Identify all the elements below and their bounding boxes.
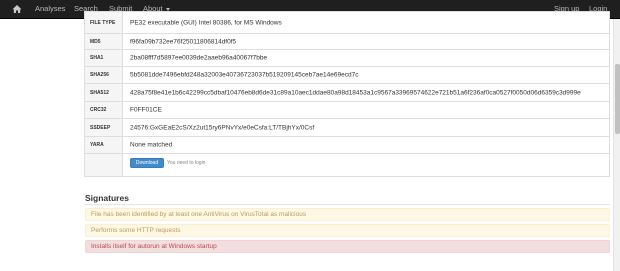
row-value: PE32 executable (GUI) Intel 80386, for M…: [130, 19, 282, 26]
row-value: f96fa09b732ee76f25011806814df0f5: [130, 38, 237, 45]
row-value: 428a75f8e41e1b6c42299cc5dbaf10476eb8d6de…: [130, 89, 581, 96]
row-key: SHA512: [90, 89, 109, 96]
row-key: MD5: [90, 38, 101, 45]
table-row: Download You need to login: [85, 153, 609, 176]
table-row: SHA1 2ba08fff7d5897ee0039de2aaeb96a40067…: [85, 49, 609, 66]
login-required-note: You need to login: [167, 160, 206, 166]
row-key: CRC32: [90, 107, 107, 113]
row-key-cell: MD5: [85, 34, 123, 49]
signature-text: File has been identified by at least one…: [91, 211, 307, 218]
signatures-divider: [85, 204, 610, 205]
row-key-cell: SSDEEP: [85, 119, 123, 136]
scrollbar-thumb[interactable]: [615, 64, 620, 134]
row-key: FILE TYPE: [90, 19, 116, 26]
row-key-cell: SHA256: [85, 67, 123, 83]
row-value: 5b5081dde7496ebfd248a32003e40736723037b5…: [130, 71, 359, 79]
row-value: 24576:GxGEaE2cS/Xz2ut15ry6PNvYx/e0eCsfa:…: [130, 124, 315, 131]
row-key-cell: [85, 154, 123, 176]
row-key-cell: SHA512: [85, 84, 123, 101]
signature-alert-warning: Performs some HTTP requests: [85, 224, 610, 237]
table-row: CRC32 F0FF01CE: [85, 101, 609, 118]
signature-alert-warning: File has been identified by at least one…: [85, 208, 610, 221]
row-value: None matched: [130, 141, 173, 149]
row-key-cell: SHA1: [85, 50, 123, 66]
row-key-cell: YARA: [85, 137, 123, 153]
home-icon[interactable]: [12, 4, 22, 14]
download-button[interactable]: Download: [130, 158, 164, 168]
row-key: SHA1: [90, 55, 104, 61]
signatures-heading: Signatures: [85, 193, 129, 203]
table-row: FILE TYPE PE32 executable (GUI) Intel 80…: [85, 11, 609, 33]
row-key-cell: FILE TYPE: [85, 12, 123, 33]
signature-alert-danger: Installs itself for autorun at Windows s…: [85, 240, 610, 253]
signature-text: Performs some HTTP requests: [91, 227, 181, 234]
row-value: F0FF01CE: [130, 106, 162, 114]
table-row: SSDEEP 24576:GxGEaE2cS/Xz2ut15ry6PNvYx/e…: [85, 118, 609, 136]
row-value: 2ba08fff7d5897ee0039de2aaeb96a40067f7bbe: [130, 54, 268, 62]
vertical-scrollbar[interactable]: [613, 19, 620, 271]
table-row: SHA512 428a75f8e41e1b6c42299cc5dbaf10476…: [85, 83, 609, 101]
row-key: SHA256: [90, 72, 109, 78]
table-row: YARA None matched: [85, 136, 609, 153]
signature-text: Installs itself for autorun at Windows s…: [91, 243, 217, 250]
row-key: YARA: [90, 142, 104, 148]
table-row: SHA256 5b5081dde7496ebfd248a32003e407367…: [85, 66, 609, 83]
row-key-cell: CRC32: [85, 102, 123, 118]
row-key: SSDEEP: [90, 124, 111, 131]
file-details-table: FILE TYPE PE32 executable (GUI) Intel 80…: [84, 11, 610, 177]
nav-analyses-link[interactable]: Analyses: [35, 4, 65, 13]
table-row: MD5 f96fa09b732ee76f25011806814df0f5: [85, 33, 609, 49]
